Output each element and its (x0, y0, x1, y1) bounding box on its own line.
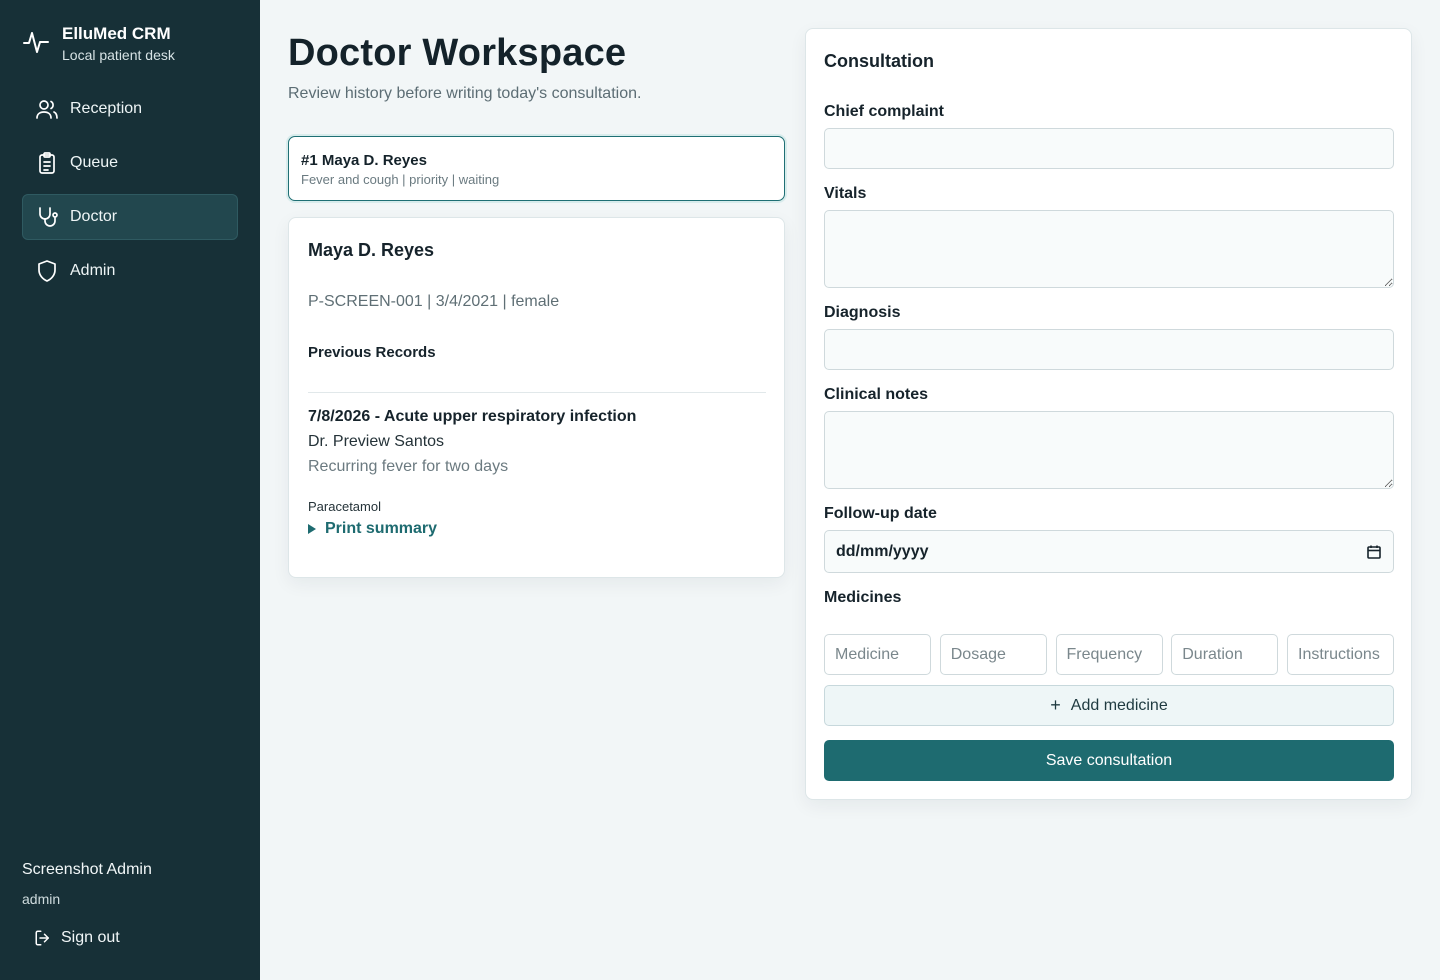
medicine-row (824, 634, 1394, 675)
sidebar-item-label: Reception (70, 100, 143, 117)
chief-complaint-input[interactable] (824, 128, 1394, 169)
sidebar-item-label: Doctor (70, 208, 118, 225)
activity-pulse-icon (23, 32, 49, 53)
diagnosis-input[interactable] (824, 329, 1394, 370)
sidebar-item-reception[interactable]: Reception (22, 86, 238, 132)
divider (308, 392, 766, 393)
stethoscope-icon (35, 205, 59, 229)
queue-entry-title: #1 Maya D. Reyes (301, 152, 427, 169)
queue-entry-meta: Fever and cough | priority | waiting (301, 172, 500, 187)
record-note: Recurring fever for two days (308, 458, 509, 475)
log-out-icon (34, 926, 52, 950)
page-subtitle: Review history before writing today's co… (288, 85, 642, 102)
patient-history-card: Maya D. Reyes P-SCREEN-001 | 3/4/2021 | … (288, 217, 785, 578)
sidebar: ElluMed CRM Local patient desk Reception… (0, 0, 260, 980)
sidebar-item-doctor[interactable]: Doctor (22, 194, 238, 240)
current-user-name: Screenshot Admin (22, 861, 152, 878)
print-summary-toggle[interactable]: Print summary (308, 520, 437, 538)
medicines-label: Medicines (824, 589, 902, 606)
brand-title: ElluMed CRM (62, 24, 171, 43)
print-summary-label: Print summary (325, 520, 438, 537)
patient-meta: P-SCREEN-001 | 3/4/2021 | female (308, 293, 560, 310)
patient-name: Maya D. Reyes (308, 240, 435, 260)
record-title: 7/8/2026 - Acute upper respiratory infec… (308, 408, 637, 425)
brand-subtitle: Local patient desk (62, 47, 175, 63)
brand: ElluMed CRM Local patient desk (22, 24, 175, 64)
queue-entry-card[interactable]: #1 Maya D. Reyes Fever and cough | prior… (288, 136, 785, 201)
consultation-form: Consultation Chief complaint Vitals Diag… (805, 28, 1412, 800)
chief-complaint-label: Chief complaint (824, 103, 945, 120)
sidebar-item-admin[interactable]: Admin (22, 248, 238, 294)
sidebar-item-label: Queue (70, 154, 119, 171)
sidebar-item-queue[interactable]: Queue (22, 140, 238, 186)
record-medicines: Paracetamol (308, 499, 381, 514)
consultation-title: Consultation (824, 51, 934, 71)
sidebar-item-label: Admin (70, 262, 116, 279)
vitals-label: Vitals (824, 185, 867, 202)
follow-up-date-input[interactable]: dd/mm/yyyy (824, 530, 1394, 573)
previous-records-heading: Previous Records (308, 344, 436, 361)
medicine-instructions-input[interactable] (1287, 634, 1394, 675)
follow-up-date-label: Follow-up date (824, 505, 937, 522)
follow-up-date-placeholder: dd/mm/yyyy (836, 542, 929, 560)
add-medicine-label: Add medicine (1070, 696, 1168, 714)
page-title: Doctor Workspace (288, 32, 627, 74)
add-medicine-button[interactable]: + Add medicine (824, 685, 1394, 726)
shield-icon (35, 259, 59, 283)
medicine-frequency-input[interactable] (1055, 634, 1163, 675)
record-doctor: Dr. Preview Santos (308, 433, 445, 450)
medicine-duration-input[interactable] (1171, 634, 1279, 675)
clipboard-list-icon (35, 151, 59, 175)
calendar-icon[interactable] (1366, 544, 1382, 560)
sidebar-nav: Reception Queue Doctor Admin (22, 86, 238, 302)
caret-right-icon (308, 524, 316, 534)
clinical-notes-label: Clinical notes (824, 386, 929, 403)
clinical-notes-textarea[interactable] (824, 411, 1394, 489)
medicine-name-input[interactable] (824, 634, 931, 675)
diagnosis-label: Diagnosis (824, 304, 901, 321)
plus-icon: + (1050, 695, 1061, 715)
medicine-dosage-input[interactable] (939, 634, 1047, 675)
users-icon (35, 97, 59, 121)
sign-out-button[interactable]: Sign out (34, 926, 120, 950)
vitals-textarea[interactable] (824, 210, 1394, 288)
save-consultation-button[interactable]: Save consultation (824, 740, 1394, 781)
current-user-role: admin (22, 891, 61, 907)
sign-out-label: Sign out (61, 929, 120, 946)
